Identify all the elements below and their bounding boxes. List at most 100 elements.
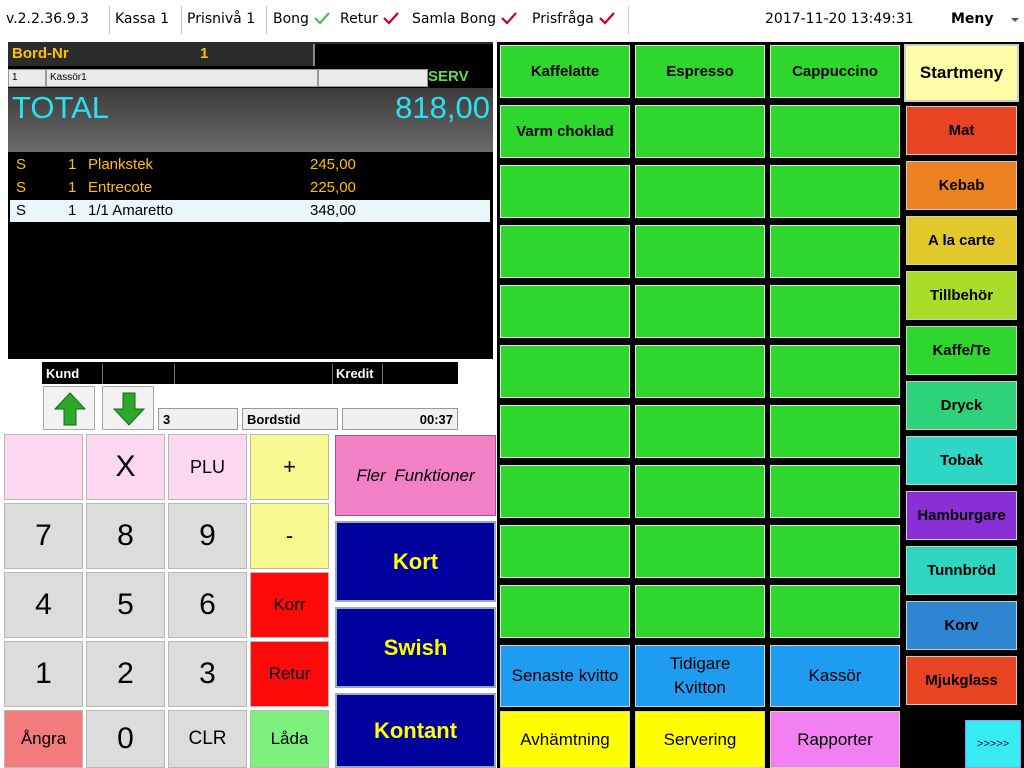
category-hamburgare-button[interactable]: Hamburgare [906,491,1017,540]
chevron-down-icon[interactable] [1011,18,1019,22]
category-tobak-button[interactable]: Tobak [906,436,1017,485]
table-time-value: 00:37 [342,408,458,430]
earlier-receipts-button[interactable]: Tidigare Kvitton [635,645,765,707]
toggle-prisfraga-label: Prisfråga [532,11,594,27]
keypad-blank-button[interactable] [4,434,83,500]
plu-button[interactable]: PLU [168,434,247,500]
product-empty-button[interactable] [635,405,765,458]
toggle-prisfraga[interactable]: Prisfråga [532,11,615,27]
product-espresso-button[interactable]: Espresso [635,45,765,98]
scroll-up-button[interactable] [43,386,95,430]
swish-payment-button[interactable]: Swish [335,607,496,688]
key-3-button[interactable]: 3 [168,641,247,707]
line-qty: 1 [68,202,77,219]
key-6-button[interactable]: 6 [168,572,247,638]
key-0-button[interactable]: 0 [86,710,165,768]
cash-payment-button[interactable]: Kontant [335,693,496,768]
minus-button[interactable]: - [250,503,329,569]
undo-button[interactable]: Ångra [4,710,83,768]
more-functions-button[interactable]: Fler Funktioner [335,435,496,516]
cashier-name: Kassör1 [46,69,318,87]
product-empty-button[interactable] [635,345,765,398]
multiply-button[interactable]: X [86,434,165,500]
category-a-la-carte-button[interactable]: A la carte [906,216,1017,265]
product-empty-button[interactable] [770,585,900,638]
product-empty-button[interactable] [635,585,765,638]
key-7-button[interactable]: 7 [4,503,83,569]
product-empty-button[interactable] [635,165,765,218]
toggle-retur[interactable]: Retur [340,11,399,27]
category-tunnbrod-button[interactable]: Tunnbröd [906,546,1017,595]
scroll-down-button[interactable] [102,386,154,430]
category-kaffe-te-button[interactable]: Kaffe/Te [906,326,1017,375]
card-payment-button[interactable]: Kort [335,521,496,602]
product-empty-button[interactable] [635,225,765,278]
category-kebab-button[interactable]: Kebab [906,161,1017,210]
version-label: v.2.2.36.9.3 [6,11,89,27]
key-8-button[interactable]: 8 [86,503,165,569]
menu-button[interactable]: Meny [951,11,994,27]
latest-receipt-button[interactable]: Senaste kvitto [500,645,630,707]
reports-button[interactable]: Rapporter [770,711,900,768]
product-empty-button[interactable] [500,345,630,398]
next-page-button[interactable]: >>>>> [965,720,1021,768]
product-empty-button[interactable] [635,105,765,158]
category-dryck-button[interactable]: Dryck [906,381,1017,430]
product-empty-button[interactable] [500,405,630,458]
product-empty-button[interactable] [635,285,765,338]
toggle-bong[interactable]: Bong [273,11,330,27]
order-line[interactable]: S 1 Plankstek 245,00 [10,154,490,176]
toggle-samla-bong[interactable]: Samla Bong [412,11,517,27]
key-1-button[interactable]: 1 [4,641,83,707]
key-2-button[interactable]: 2 [86,641,165,707]
divider [102,364,103,384]
line-price: 225,00 [310,179,356,196]
product-varm-choklad-button[interactable]: Varm choklad [500,105,630,158]
category-mjukglass-button[interactable]: Mjukglass [906,656,1017,705]
product-kaffelatte-button[interactable]: Kaffelatte [500,45,630,98]
product-empty-button[interactable] [635,525,765,578]
key-4-button[interactable]: 4 [4,572,83,638]
start-menu-button[interactable]: Startmeny [904,44,1019,102]
line-flag: S [16,156,27,173]
product-empty-button[interactable] [770,285,900,338]
key-9-button[interactable]: 9 [168,503,247,569]
cash-drawer-button[interactable]: Låda [250,710,329,768]
product-empty-button[interactable] [770,345,900,398]
category-tillbehor-button[interactable]: Tillbehör [906,271,1017,320]
product-empty-button[interactable] [770,405,900,458]
order-line-selected[interactable]: S 1 1/1 Amaretto 348,00 [10,200,490,222]
serving-button[interactable]: Servering [635,711,765,768]
product-empty-button[interactable] [770,165,900,218]
cashier-button[interactable]: Kassör [770,645,900,707]
clear-button[interactable]: CLR [168,710,247,768]
category-korv-button[interactable]: Korv [906,601,1017,650]
order-line[interactable]: S 1 Entrecote 225,00 [10,177,490,199]
product-empty-button[interactable] [635,465,765,518]
product-empty-button[interactable] [500,285,630,338]
plus-button[interactable]: + [250,434,329,500]
divider [332,364,333,384]
cashier-row: 1 Kassör1 [8,69,493,87]
line-name: Entrecote [88,179,153,196]
category-mat-button[interactable]: Mat [906,106,1017,155]
product-empty-button[interactable] [770,525,900,578]
pickup-button[interactable]: Avhämtning [500,711,630,768]
table-input-box[interactable] [313,44,493,66]
line-price: 348,00 [310,202,356,219]
toggle-bong-label: Bong [273,11,309,27]
product-empty-button[interactable] [770,105,900,158]
key-5-button[interactable]: 5 [86,572,165,638]
product-empty-button[interactable] [500,585,630,638]
product-empty-button[interactable] [500,165,630,218]
product-empty-button[interactable] [770,465,900,518]
product-empty-button[interactable] [770,225,900,278]
product-empty-button[interactable] [500,465,630,518]
product-empty-button[interactable] [500,525,630,578]
retur-button[interactable]: Retur [250,641,329,707]
table-number-label: Bord-Nr [12,45,69,62]
check-icon [383,11,399,27]
product-empty-button[interactable] [500,225,630,278]
korr-button[interactable]: Korr [250,572,329,638]
product-cappuccino-button[interactable]: Cappuccino [770,45,900,98]
